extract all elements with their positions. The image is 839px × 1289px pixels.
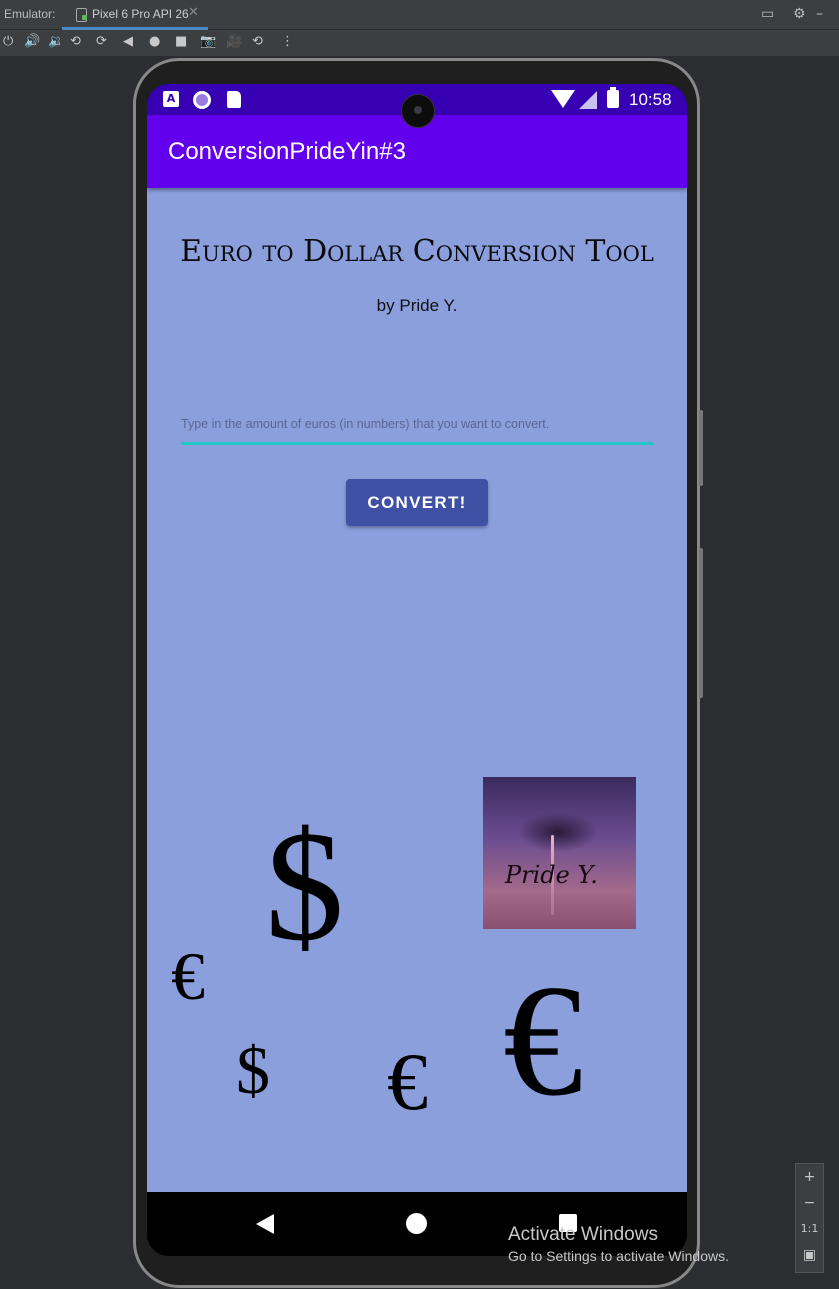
record-icon[interactable]: 🎥 [226,34,242,50]
zoom-controls: + − 1:1 ▣ [795,1163,824,1273]
zoom-in-button[interactable]: + [796,1164,823,1190]
photo-signature: Pride Y. [505,861,598,889]
more-icon[interactable]: ⋮ [281,34,294,50]
power-icon[interactable]: ⏻ [3,34,13,50]
windows-activation-watermark: Activate Windows Go to Settings to activ… [508,1224,729,1264]
device-icon [76,8,87,22]
home-icon[interactable]: ● [149,34,160,50]
large-euro-symbol: € [503,951,583,1129]
window-mode-icon[interactable]: ▭ [761,6,774,22]
medium-euro-symbol: € [387,1036,428,1127]
back-icon[interactable]: ◀ [123,34,133,50]
cellular-signal-icon [579,91,597,109]
device-tab[interactable]: Pixel 6 Pro API 26 ✕ [62,0,208,30]
author-byline: by Pride Y. [376,296,458,315]
volume-up-icon[interactable]: 🔊 [24,34,40,50]
phone-power-button[interactable] [699,410,703,486]
device-tab-label: Pixel 6 Pro API 26 [92,7,189,21]
volume-down-icon[interactable]: 🔉 [48,34,64,50]
screenshot-icon[interactable]: 📷 [200,34,216,50]
battery-icon [607,87,619,108]
notification-circle-icon [193,91,211,109]
rotate-left-icon[interactable]: ⟲ [70,34,81,50]
fit-screen-icon[interactable]: ▣ [796,1242,823,1268]
watermark-line2: Go to Settings to activate Windows. [508,1248,729,1264]
large-dollar-symbol: $ [265,799,344,974]
minimize-icon[interactable]: – [816,6,823,22]
app-title: ConversionPrideYin#3 [168,138,406,165]
wifi-icon [551,90,575,108]
phone-screen: A 10:58 ConversionPrideYin#3 Euro to Dol… [147,84,687,1256]
nav-home-icon[interactable] [406,1213,427,1234]
profile-photo: Pride Y. [483,777,636,929]
main-content: Euro to Dollar Conversion Tool by Pride … [147,188,687,1192]
phone-volume-button[interactable] [699,548,703,698]
notification-a-icon: A [163,91,179,107]
small-dollar-symbol: $ [236,1032,270,1108]
emulator-toolbar: ⏻ 🔊 🔉 ⟲ ⟳ ◀ ● ■ 📷 🎥 ⟲ ⋮ [0,30,839,56]
rotate-right-icon[interactable]: ⟳ [96,34,107,50]
sd-card-icon [227,91,241,108]
gear-icon[interactable]: ⚙ [793,6,806,22]
zoom-out-button[interactable]: − [796,1190,823,1216]
front-camera [401,94,435,128]
small-euro-symbol: € [171,938,205,1014]
watermark-line1: Activate Windows [508,1224,658,1245]
page-heading: Euro to Dollar Conversion Tool [180,234,654,269]
emulator-title-bar: Emulator: Pixel 6 Pro API 26 ✕ ▭ ⚙ – [0,0,839,30]
actual-size-button[interactable]: 1:1 [796,1216,823,1242]
emulator-label: Emulator: [4,7,56,21]
convert-button[interactable]: CONVERT! [346,479,488,526]
overview-icon[interactable]: ■ [175,34,187,50]
snapshot-icon[interactable]: ⟲ [252,34,263,50]
status-time: 10:58 [629,90,672,109]
close-tab-icon[interactable]: ✕ [188,5,199,20]
nav-back-icon[interactable] [256,1214,274,1234]
euro-amount-input[interactable] [181,406,653,445]
